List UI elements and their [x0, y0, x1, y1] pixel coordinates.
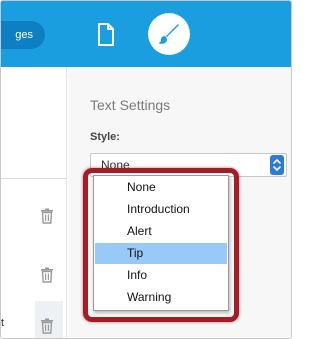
trash-icon[interactable] [40, 318, 54, 334]
save-changes-button[interactable]: ges [1, 21, 45, 49]
list-item-text: t [1, 317, 5, 329]
trash-icon[interactable] [40, 208, 54, 224]
brush-icon [158, 24, 179, 44]
style-tab-button[interactable] [148, 13, 190, 55]
select-arrows-icon[interactable] [270, 155, 284, 175]
section-title: Text Settings [90, 97, 171, 113]
page-icon[interactable] [95, 23, 117, 47]
toolbar-left-area: ges [1, 1, 67, 67]
dropdown-option-tip[interactable]: Tip [95, 243, 227, 264]
dropdown-option-none[interactable]: None [95, 177, 227, 198]
dropdown-option-alert[interactable]: Alert [95, 221, 227, 242]
style-dropdown-list[interactable]: None Introduction Alert Tip Info Warning [93, 175, 229, 311]
dropdown-option-warning[interactable]: Warning [95, 287, 227, 308]
app-window: ges t Text Settings Style: None None Int… [0, 0, 292, 339]
dropdown-option-info[interactable]: Info [95, 265, 227, 286]
style-label: Style: [90, 131, 120, 143]
trash-icon[interactable] [40, 267, 54, 283]
left-list-panel [1, 67, 67, 338]
dropdown-option-introduction[interactable]: Introduction [95, 199, 227, 220]
list-divider [1, 178, 67, 179]
